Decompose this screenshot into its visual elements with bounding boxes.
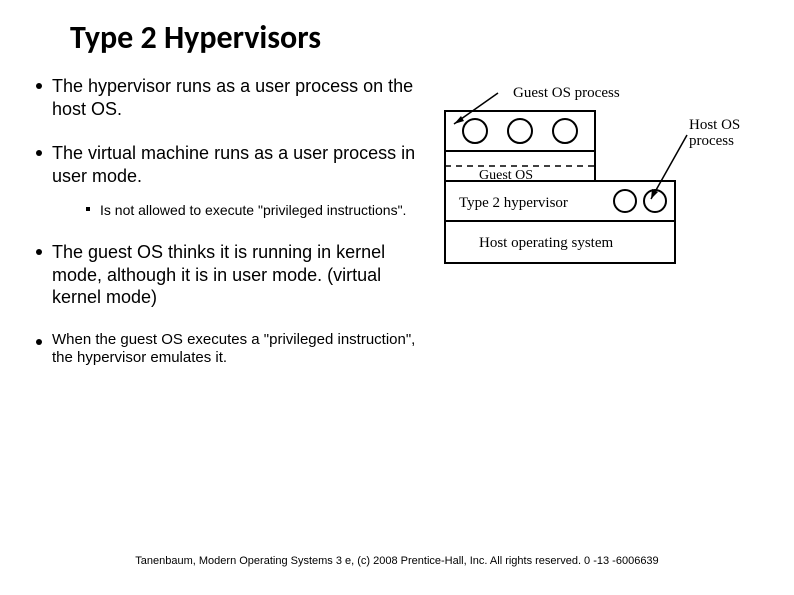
bullet-2-sub: Is not allowed to execute "privileged in… bbox=[52, 201, 420, 219]
label-hypervisor: Type 2 hypervisor bbox=[459, 195, 568, 211]
slide-title: Type 2 Hypervisors bbox=[0, 0, 794, 57]
label-host-process-line1: Host OS bbox=[689, 117, 740, 133]
label-guest-process: Guest OS process bbox=[513, 85, 620, 101]
bullet-1: The hypervisor runs as a user process on… bbox=[30, 75, 420, 120]
bullet-2: The virtual machine runs as a user proce… bbox=[30, 142, 420, 219]
label-host-process-line2: process bbox=[689, 133, 734, 149]
bullet-4: When the guest OS executes a "privileged… bbox=[30, 331, 420, 369]
sub-list: Is not allowed to execute "privileged in… bbox=[52, 201, 420, 219]
bullet-3: The guest OS thinks it is running in ker… bbox=[30, 241, 420, 309]
footer-citation: Tanenbaum, Modern Operating Systems 3 e,… bbox=[0, 555, 794, 567]
label-host-os: Host operating system bbox=[479, 235, 613, 251]
bullet-list-small: When the guest OS executes a "privileged… bbox=[30, 331, 420, 369]
bullet-2-text: The virtual machine runs as a user proce… bbox=[52, 143, 415, 186]
bullet-list: The hypervisor runs as a user process on… bbox=[30, 75, 420, 309]
diagram-column: Guest OS process Host OS process Guest O… bbox=[420, 75, 760, 384]
hypervisor-diagram: Guest OS process Host OS process Guest O… bbox=[435, 79, 775, 289]
text-column: The hypervisor runs as a user process on… bbox=[30, 75, 420, 384]
content-area: The hypervisor runs as a user process on… bbox=[0, 57, 794, 384]
